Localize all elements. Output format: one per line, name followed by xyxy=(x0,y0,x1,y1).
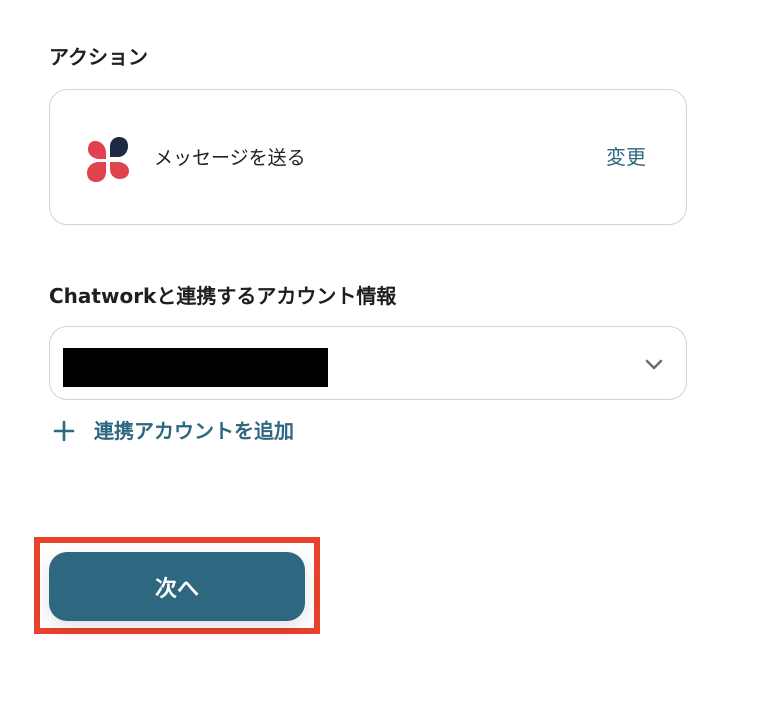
chevron-down-icon xyxy=(645,359,663,370)
add-account-label: 連携アカウントを追加 xyxy=(94,419,294,443)
change-action-link[interactable]: 変更 xyxy=(606,145,646,169)
chatwork-logo-icon xyxy=(87,137,129,182)
account-select[interactable] xyxy=(49,326,687,400)
redacted-account-value xyxy=(63,348,328,387)
account-section-label: Chatworkと連携するアカウント情報 xyxy=(49,284,397,308)
action-name: メッセージを送る xyxy=(154,147,306,169)
action-card: メッセージを送る 変更 xyxy=(49,89,687,225)
plus-icon xyxy=(53,420,75,442)
action-section-label: アクション xyxy=(49,45,148,69)
add-account-button[interactable]: 連携アカウントを追加 xyxy=(52,417,294,445)
next-button[interactable]: 次へ xyxy=(49,552,305,621)
